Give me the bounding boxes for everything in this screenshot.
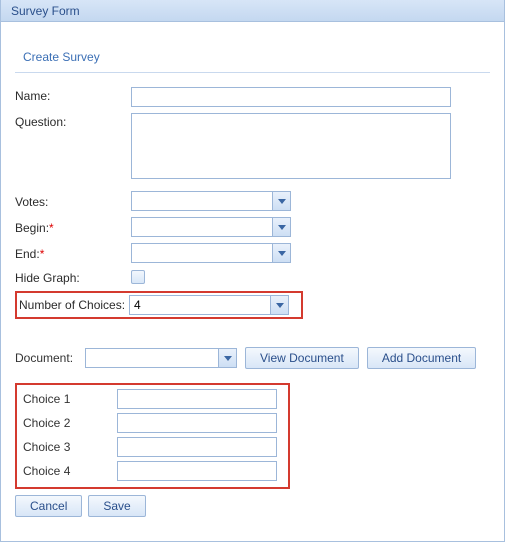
survey-form-window: Survey Form Create Survey Name: Question…	[0, 0, 505, 542]
choice-row: Choice 1	[23, 389, 282, 409]
votes-dropdown-button[interactable]	[272, 192, 290, 210]
choice-row: Choice 4	[23, 461, 282, 481]
window-title: Survey Form	[11, 4, 80, 18]
view-document-button[interactable]: View Document	[245, 347, 359, 369]
required-marker: *	[40, 247, 45, 261]
add-document-button[interactable]: Add Document	[367, 347, 476, 369]
row-begin: Begin:*	[15, 217, 490, 237]
choice-1-input[interactable]	[117, 389, 277, 409]
chevron-down-icon	[278, 199, 286, 204]
choices-box: Choice 1 Choice 2 Choice 3 Choice 4	[15, 383, 290, 489]
choice-3-label: Choice 3	[23, 440, 117, 454]
row-document: Document: View Document Add Document	[15, 347, 490, 369]
question-label: Question:	[15, 113, 131, 129]
choice-4-input[interactable]	[117, 461, 277, 481]
num-choices-label: Number of Choices:	[19, 298, 129, 312]
choice-3-input[interactable]	[117, 437, 277, 457]
votes-input[interactable]	[132, 192, 272, 210]
row-hide-graph: Hide Graph:	[15, 269, 490, 285]
document-combo[interactable]	[85, 348, 237, 368]
required-marker: *	[49, 221, 54, 235]
cancel-button[interactable]: Cancel	[15, 495, 82, 517]
choice-2-label: Choice 2	[23, 416, 117, 430]
votes-label: Votes:	[15, 193, 131, 209]
name-input[interactable]	[131, 87, 451, 107]
votes-combo[interactable]	[131, 191, 291, 211]
chevron-down-icon	[224, 356, 232, 361]
choice-1-label: Choice 1	[23, 392, 117, 406]
window-titlebar: Survey Form	[1, 0, 504, 22]
chevron-down-icon	[278, 225, 286, 230]
begin-combo[interactable]	[131, 217, 291, 237]
choice-row: Choice 2	[23, 413, 282, 433]
choice-4-label: Choice 4	[23, 464, 117, 478]
name-label: Name:	[15, 87, 131, 103]
row-name: Name:	[15, 87, 490, 107]
begin-label: Begin:*	[15, 219, 131, 235]
footer-buttons: Cancel Save	[15, 495, 490, 517]
question-textarea[interactable]	[131, 113, 451, 179]
content-area: Create Survey Name: Question: Votes: Beg…	[1, 22, 504, 527]
begin-dropdown-button[interactable]	[272, 218, 290, 236]
hide-graph-label: Hide Graph:	[15, 269, 131, 285]
row-end: End:*	[15, 243, 490, 263]
end-input[interactable]	[132, 244, 272, 262]
chevron-down-icon	[276, 303, 284, 308]
row-votes: Votes:	[15, 191, 490, 211]
save-button[interactable]: Save	[88, 495, 145, 517]
num-choices-input[interactable]	[130, 296, 270, 314]
row-question: Question:	[15, 113, 490, 179]
choice-2-input[interactable]	[117, 413, 277, 433]
document-input[interactable]	[86, 349, 218, 367]
document-label: Document:	[15, 351, 77, 365]
section-title: Create Survey	[15, 44, 490, 73]
choice-row: Choice 3	[23, 437, 282, 457]
end-dropdown-button[interactable]	[272, 244, 290, 262]
end-label: End:*	[15, 245, 131, 261]
num-choices-dropdown-button[interactable]	[270, 296, 288, 314]
num-choices-combo[interactable]	[129, 295, 289, 315]
hide-graph-checkbox[interactable]	[131, 270, 145, 284]
document-dropdown-button[interactable]	[218, 349, 236, 367]
chevron-down-icon	[278, 251, 286, 256]
row-number-of-choices: Number of Choices:	[15, 291, 303, 319]
end-combo[interactable]	[131, 243, 291, 263]
begin-input[interactable]	[132, 218, 272, 236]
